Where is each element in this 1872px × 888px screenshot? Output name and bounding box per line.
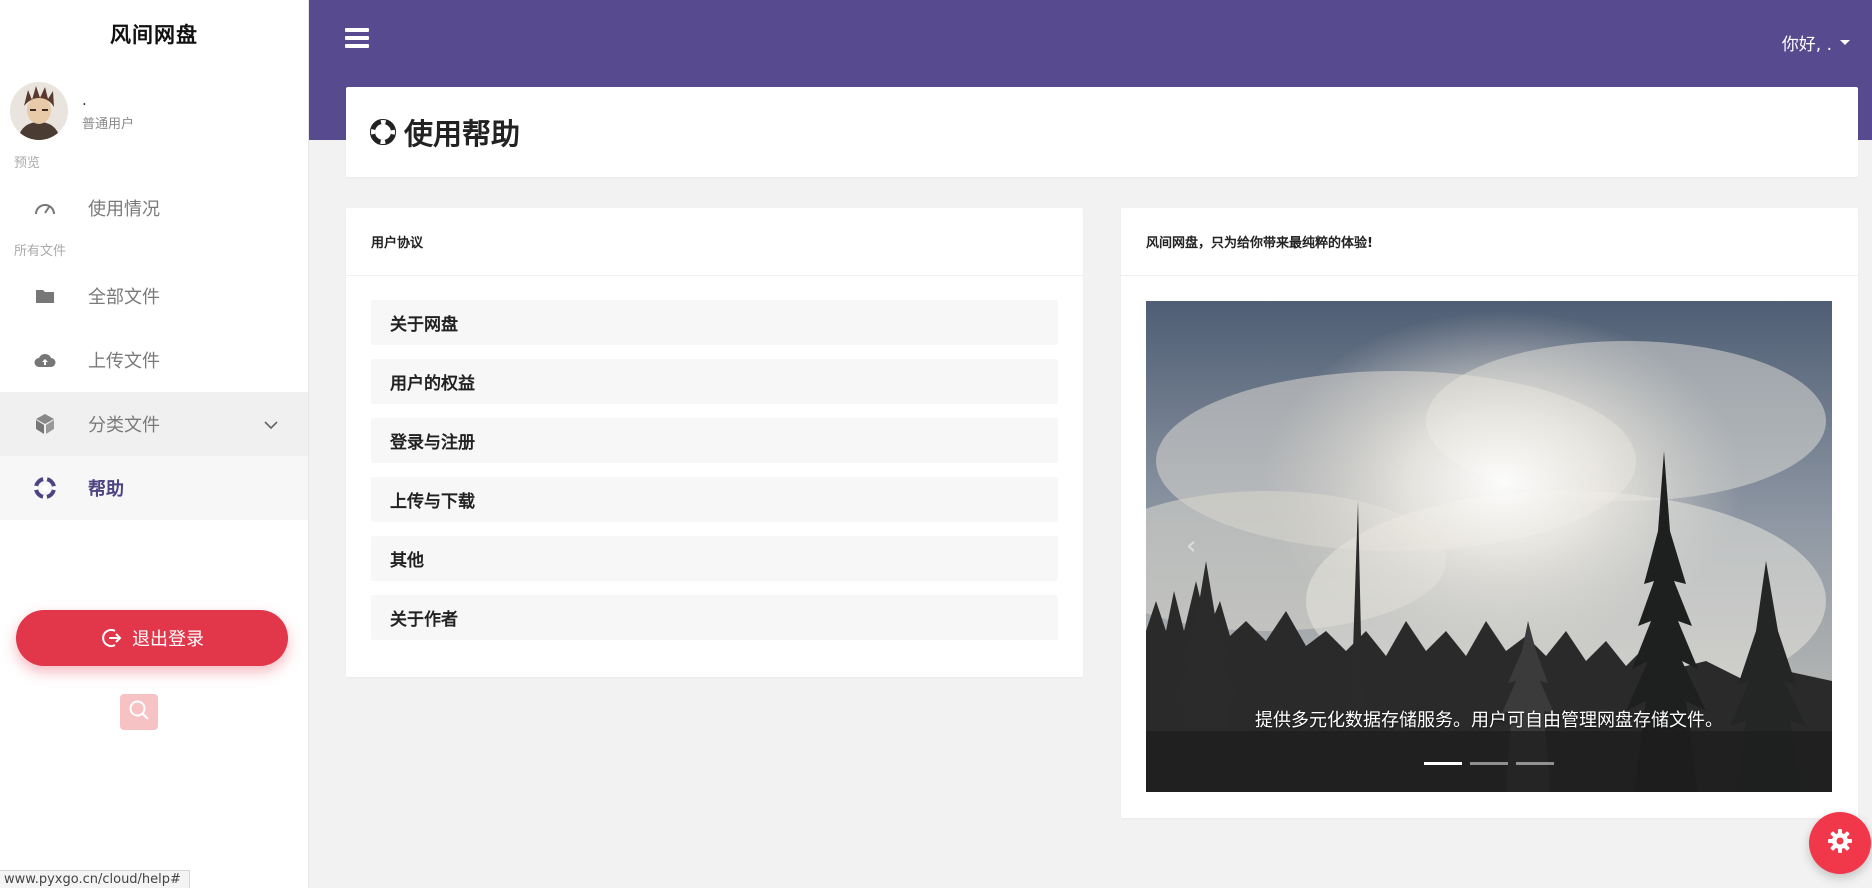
user-menu[interactable]: 你好, . bbox=[1782, 30, 1850, 55]
cloud-upload-icon bbox=[30, 345, 60, 375]
carousel-indicator[interactable] bbox=[1516, 762, 1554, 765]
brand-title[interactable]: 风间网盘 bbox=[0, 0, 308, 68]
search-icon bbox=[128, 699, 150, 725]
menu-toggle-icon[interactable] bbox=[345, 28, 369, 48]
caret-down-icon bbox=[1840, 40, 1850, 45]
sidebar-item-label: 全部文件 bbox=[88, 287, 160, 308]
page-title: 使用帮助 bbox=[404, 117, 521, 151]
carousel-indicator[interactable] bbox=[1424, 762, 1462, 765]
sidebar-item-label: 帮助 bbox=[88, 479, 124, 500]
showcase-card-title: 风间网盘，只为给你带来最纯粹的体验! bbox=[1121, 208, 1858, 276]
sidebar-item-help[interactable]: 帮助 bbox=[0, 456, 308, 520]
image-carousel[interactable]: ‹ 提供多元化数据存储服务。用户可自由管理网盘存储文件。 bbox=[1146, 301, 1832, 792]
sidebar-item-all-files[interactable]: 全部文件 bbox=[0, 264, 308, 328]
section-label-preview: 预览 bbox=[14, 156, 41, 171]
sidebar: 风间网盘 . 普通用户 预览 使用情况 所有文件 全部文件 上传文件 分类文件 … bbox=[0, 0, 309, 888]
avatar[interactable] bbox=[10, 82, 68, 140]
agreement-card-title: 用户协议 bbox=[346, 208, 1083, 276]
user-role: 普通用户 bbox=[82, 116, 135, 132]
gauge-icon bbox=[30, 193, 60, 223]
chevron-down-icon bbox=[264, 414, 278, 435]
user-name: . bbox=[82, 90, 87, 109]
agreement-accordion: 关于网盘 用户的权益 登录与注册 上传与下载 其他 关于作者 bbox=[346, 276, 1083, 640]
page-title-card: 使用帮助 bbox=[346, 87, 1858, 177]
sidebar-item-label: 使用情况 bbox=[88, 199, 160, 220]
status-bar-url: www.pyxgo.cn/cloud/help# bbox=[0, 870, 190, 888]
gear-icon bbox=[1826, 827, 1854, 859]
accordion-item-about-drive[interactable]: 关于网盘 bbox=[371, 300, 1058, 345]
search-button[interactable] bbox=[120, 694, 158, 730]
user-panel: . 普通用户 bbox=[0, 68, 308, 152]
cube-icon bbox=[30, 409, 60, 439]
sidebar-item-upload[interactable]: 上传文件 bbox=[0, 328, 308, 392]
logout-button[interactable]: 退出登录 bbox=[16, 610, 288, 666]
folder-icon bbox=[30, 281, 60, 311]
carousel-indicators bbox=[1146, 762, 1832, 765]
lifebuoy-icon bbox=[30, 473, 60, 503]
settings-button[interactable] bbox=[1809, 812, 1871, 874]
carousel-indicator[interactable] bbox=[1470, 762, 1508, 765]
accordion-item-login-register[interactable]: 登录与注册 bbox=[371, 418, 1058, 463]
showcase-card: 风间网盘，只为给你带来最纯粹的体验! ‹ 提供多元化数据存储服务。用户可自由管理… bbox=[1121, 208, 1858, 818]
sidebar-item-label: 分类文件 bbox=[88, 415, 160, 436]
accordion-item-user-rights[interactable]: 用户的权益 bbox=[371, 359, 1058, 404]
sidebar-item-label: 上传文件 bbox=[88, 351, 160, 372]
section-label-all-files: 所有文件 bbox=[14, 244, 67, 259]
carousel-prev-icon[interactable]: ‹ bbox=[1186, 531, 1196, 561]
logout-label: 退出登录 bbox=[132, 629, 204, 650]
accordion-item-other[interactable]: 其他 bbox=[371, 536, 1058, 581]
carousel-caption: 提供多元化数据存储服务。用户可自由管理网盘存储文件。 bbox=[1255, 710, 1723, 731]
sidebar-item-usage[interactable]: 使用情况 bbox=[0, 176, 308, 240]
logout-icon bbox=[100, 627, 122, 649]
greeting-text: 你好, . bbox=[1781, 35, 1832, 55]
agreement-card: 用户协议 关于网盘 用户的权益 登录与注册 上传与下载 其他 关于作者 bbox=[346, 208, 1083, 677]
accordion-item-about-author[interactable]: 关于作者 bbox=[371, 595, 1058, 640]
lifebuoy-icon bbox=[370, 119, 396, 145]
accordion-item-upload-download[interactable]: 上传与下载 bbox=[371, 477, 1058, 522]
sidebar-item-categories[interactable]: 分类文件 bbox=[0, 392, 308, 456]
